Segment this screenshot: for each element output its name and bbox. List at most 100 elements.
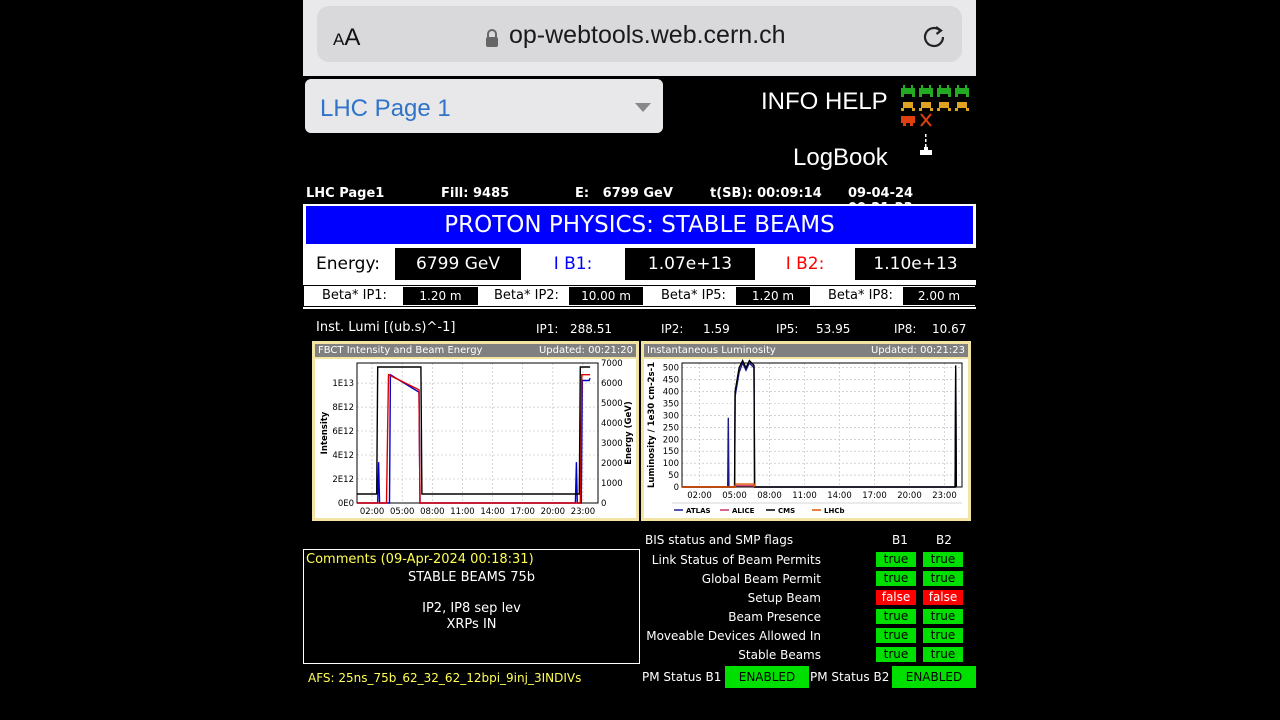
bis-flag-b1: true — [876, 628, 916, 643]
x-tick-label: 17:00 — [862, 491, 887, 501]
fbct-plot-titlebar: FBCT Intensity and Beam Energy Updated: … — [315, 344, 636, 357]
beta-ip1-label: Beta* IP1: — [322, 288, 387, 303]
text-size-button[interactable]: AA — [333, 24, 360, 52]
beta-ip8-value: 2.00 m — [903, 287, 975, 305]
x-tick-label: 23:00 — [571, 507, 596, 517]
pm-status-b1-label: PM Status B1 — [642, 670, 722, 684]
beta-star-row: Beta* IP1: 1.20 m Beta* IP2: 10.00 m Bet… — [303, 285, 976, 307]
y-tick-label: 300 — [663, 411, 679, 421]
y-tick-label: 400 — [663, 388, 679, 398]
y-tick-label: 450 — [663, 376, 679, 386]
comments-title: Comments (09-Apr-2024 00:18:31) — [306, 552, 534, 567]
address-bar[interactable]: AA op-webtools.web.cern.ch — [317, 6, 962, 62]
legend-label: CMS — [778, 507, 795, 515]
x-tick-label: 02:00 — [360, 507, 385, 517]
page-name: LHC Page1 — [306, 186, 385, 201]
bis-flag-label: Global Beam Permit — [701, 572, 821, 586]
energy-intensity-row: Energy: 6799 GeV I B1: 1.07e+13 I B2: 1.… — [303, 246, 976, 282]
bis-flag-row: Stable Beams true true — [643, 646, 976, 664]
beam-energy-header: E: 6799 GeV — [575, 186, 673, 201]
y-tick-label: 50 — [668, 471, 679, 481]
x-tick-label: 17:00 — [510, 507, 535, 517]
y-tick-label: 1E13 — [332, 379, 354, 389]
bottom-section: Comments (09-Apr-2024 00:18:31) STABLE B… — [303, 529, 976, 690]
comment-line: XRPs IN — [446, 617, 497, 632]
beta-ip1-value: 1.20 m — [403, 287, 478, 305]
series-line-atlas — [682, 361, 957, 488]
x-tick-label: 23:00 — [932, 491, 957, 501]
y2-axis-label: Energy (GeV) — [624, 401, 634, 465]
bis-b2-header: B2 — [936, 533, 952, 547]
x-tick-label: 20:00 — [897, 491, 922, 501]
legend-label: LHCb — [824, 507, 844, 515]
x-tick-label: 14:00 — [827, 491, 852, 501]
fbct-plot-area: 02:00 05:00 08:00 11:00 14:00 17:00 20:00 23:00… — [315, 359, 636, 518]
ip5-lumi: 53.95 — [816, 322, 851, 336]
energy-label: Energy: — [303, 248, 393, 280]
pm-status-b2-label: PM Status B2 — [810, 670, 890, 684]
x-tick-label: 11:00 — [792, 491, 817, 501]
lumi-plot-area: 02:00 05:00 08:00 11:00 14:00 17:00 20:00 23:00… — [644, 358, 968, 518]
page-header: LHC Page 1 INFO HELP LogBook — [303, 76, 976, 182]
ib1-value: 1.07e+13 — [625, 248, 755, 280]
y-tick-label: 500 — [663, 364, 679, 374]
y-axis-label: Intensity — [320, 411, 330, 454]
fbct-plot-updated: Updated: 00:21:20 — [538, 345, 633, 356]
beta-ip5-value: 1.20 m — [736, 287, 810, 305]
ip8-label: IP8: — [894, 322, 917, 336]
y-tick-label: 200 — [663, 435, 679, 445]
bis-flag-row: Beam Presence true true — [643, 608, 976, 626]
y-tick-label: 250 — [663, 423, 679, 433]
bis-flag-b1: true — [876, 571, 916, 586]
y2-tick-label: 1000 — [601, 479, 623, 489]
bis-flag-b2: true — [923, 647, 963, 662]
plot-frame — [681, 362, 963, 488]
bis-flag-label: Moveable Devices Allowed In — [646, 629, 821, 643]
info-help-link[interactable]: INFO HELP — [761, 88, 888, 116]
x-tick-label: 08:00 — [757, 491, 782, 501]
bis-flag-b1: true — [876, 552, 916, 567]
y-axis-label: Luminosity / 1e30 cm-2s-1 — [647, 362, 657, 488]
bis-flag-label: Stable Beams — [738, 648, 821, 662]
lock-icon — [486, 29, 498, 47]
plot-frame — [356, 362, 599, 504]
lumi-plot-title: Instantaneous Luminosity — [647, 345, 776, 356]
ip2-lumi: 1.59 — [703, 322, 730, 336]
reload-icon[interactable] — [919, 22, 949, 52]
y2-tick-label: 2000 — [601, 459, 623, 469]
ip2-label: IP2: — [661, 322, 684, 336]
fbct-chart: 02:00 05:00 08:00 11:00 14:00 17:00 20:00 23:00… — [320, 359, 634, 517]
fbct-plot[interactable]: FBCT Intensity and Beam Energy Updated: … — [312, 341, 639, 521]
y2-tick-label: 3000 — [601, 439, 623, 449]
beta-ip5-label: Beta* IP5: — [661, 288, 726, 303]
legend-label: ATLAS — [686, 507, 711, 515]
chevron-down-icon — [635, 103, 651, 112]
filling-scheme: AFS: 25ns_75b_62_32_62_12bpi_9inj_3INDIV… — [308, 671, 582, 685]
logbook-link[interactable]: LogBook — [793, 144, 888, 172]
y-tick-label: 0 — [674, 483, 679, 493]
ip5-label: IP5: — [776, 322, 799, 336]
y2-tick-label: 4000 — [601, 419, 623, 429]
y-tick-label: 150 — [663, 447, 679, 457]
beta-ip8-label: Beta* IP8: — [828, 288, 893, 303]
url-text[interactable]: op-webtools.web.cern.ch — [509, 21, 786, 50]
bis-flag-b2: true — [923, 609, 963, 624]
space-invaders-icon[interactable] — [899, 82, 973, 172]
luminosity-plot[interactable]: Instantaneous Luminosity Updated: 00:21:… — [641, 341, 971, 521]
bis-flag-b2: false — [923, 590, 963, 605]
page-select-value: LHC Page 1 — [320, 95, 451, 122]
pm-status-b1-value: ENABLED — [725, 666, 809, 688]
x-tick-label: 20:00 — [541, 507, 566, 517]
x-tick-label: 02:00 — [687, 491, 712, 501]
x-tick-label: 14:00 — [480, 507, 505, 517]
bis-flag-label: Setup Beam — [747, 591, 821, 605]
page-select-dropdown[interactable]: LHC Page 1 — [305, 79, 663, 133]
lumi-plot-updated: Updated: 00:21:23 — [870, 345, 965, 356]
lhc-page1-panel: LHC Page1 Fill: 9485 E: 6799 GeV t(SB): … — [303, 182, 976, 690]
y-tick-label: 0E0 — [338, 499, 354, 509]
ib2-value: 1.10e+13 — [855, 248, 976, 280]
beta-ip2-label: Beta* IP2: — [494, 288, 559, 303]
series-line — [357, 373, 591, 504]
comments-box: Comments (09-Apr-2024 00:18:31) STABLE B… — [303, 549, 640, 664]
ib1-label: I B1: — [523, 248, 623, 280]
